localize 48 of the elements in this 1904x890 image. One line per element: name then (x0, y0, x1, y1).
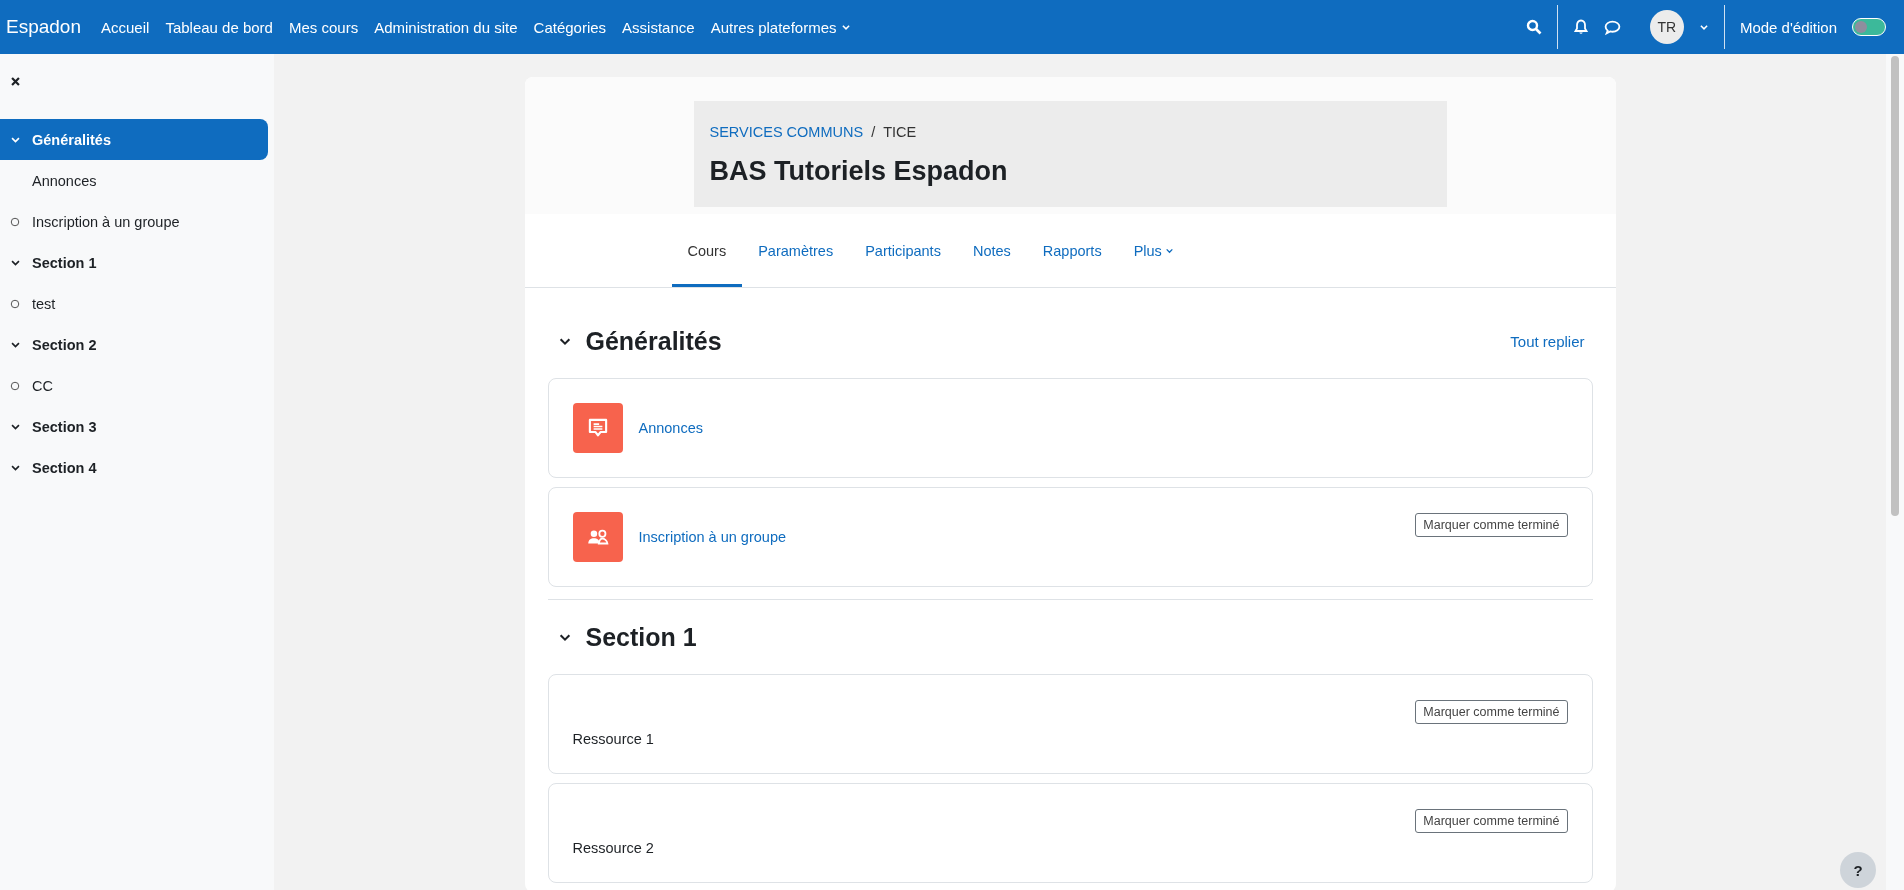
section-title: Section 1 (585, 622, 697, 652)
section-title: Généralités (585, 326, 722, 356)
section-item[interactable]: Section 3 (0, 406, 268, 447)
activity-item[interactable]: test (0, 283, 268, 324)
course-tab[interactable]: Paramètres (742, 214, 850, 287)
activity-item[interactable]: Annonces (0, 160, 268, 201)
caret-icon (1698, 22, 1709, 32)
breadcrumb-link[interactable]: SERVICES COMMUNS (709, 124, 864, 140)
nav-link[interactable]: Mes cours (288, 18, 359, 36)
nav-link[interactable]: Accueil (101, 18, 150, 36)
help-button[interactable]: ? (1840, 852, 1876, 888)
course-title: BAS Tutoriels Espadon (709, 156, 1009, 187)
close-icon (10, 76, 21, 87)
mark-as-done-button[interactable]: Marquer comme terminé (1415, 513, 1568, 537)
section-item[interactable]: Section 2 (0, 324, 268, 365)
user-avatar[interactable]: TR (1649, 10, 1684, 44)
nav-link[interactable]: Autres plateformes (710, 18, 851, 36)
activity-item[interactable]: Inscription à un groupe (0, 201, 268, 242)
activity-link[interactable]: Annonces (638, 420, 703, 436)
section-item[interactable]: Section 1 (0, 242, 268, 283)
nav-link[interactable]: Assistance (622, 18, 695, 36)
section-item[interactable]: Généralités (0, 119, 268, 160)
edit-mode-label: Mode d'édition (1739, 18, 1837, 36)
breadcrumb-separator: / (871, 124, 876, 140)
section-item[interactable]: Section 4 (0, 447, 268, 488)
course-tab[interactable]: Rapports (1026, 214, 1118, 287)
edit-mode-toggle[interactable] (1852, 18, 1886, 36)
course-tab[interactable]: Plus (1117, 214, 1190, 287)
bell-icon (1572, 19, 1589, 35)
breadcrumb-item: TICE (883, 124, 917, 140)
nav-link[interactable]: Administration du site (374, 18, 518, 36)
search-icon (1525, 19, 1542, 35)
course-tab[interactable]: Participants (849, 214, 957, 287)
course-tab[interactable]: Cours (671, 214, 743, 287)
chat-icon (1603, 18, 1621, 36)
nav-link[interactable]: Catégories (533, 18, 607, 36)
activity-item[interactable]: CC (0, 365, 268, 406)
collapse-all-link[interactable]: Tout replier (1510, 332, 1593, 350)
mark-as-done-button[interactable]: Marquer comme terminé (1415, 809, 1568, 833)
nav-link[interactable]: Tableau de bord (165, 18, 273, 36)
site-name-link[interactable]: Espadon (6, 16, 81, 38)
activity-link[interactable]: Inscription à un groupe (638, 529, 786, 545)
scrollbar-thumb[interactable] (1891, 56, 1899, 516)
course-tab[interactable]: Notes (956, 214, 1027, 287)
activity-text: Ressource 1 (572, 731, 654, 747)
activity-text: Ressource 2 (572, 840, 654, 856)
scrollbar[interactable] (1886, 54, 1904, 890)
mark-as-done-button[interactable]: Marquer comme terminé (1415, 700, 1568, 724)
